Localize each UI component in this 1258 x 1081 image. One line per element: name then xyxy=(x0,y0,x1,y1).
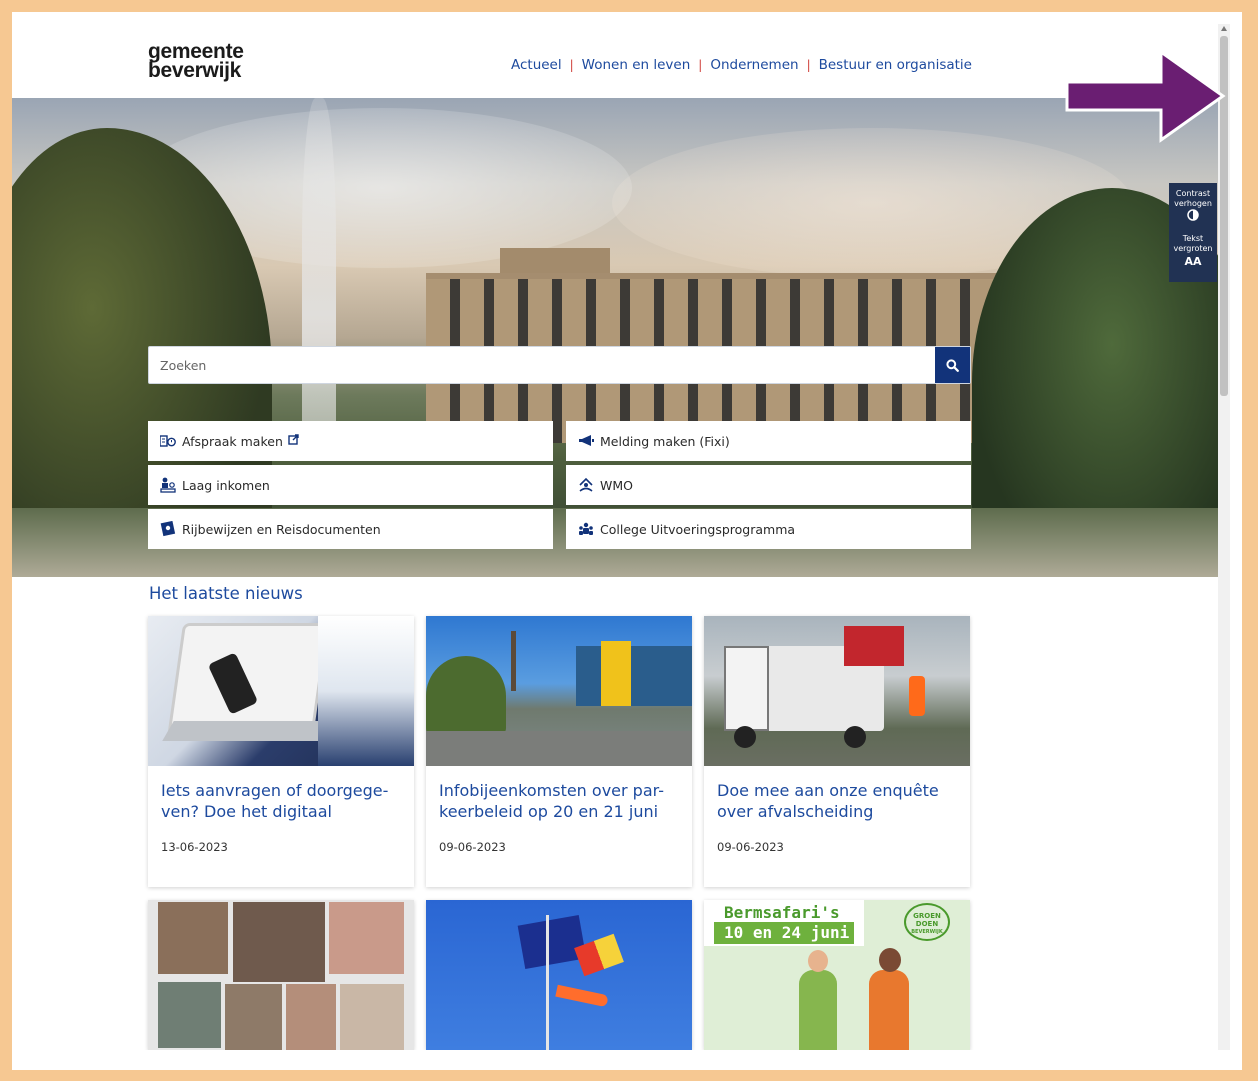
program-icon xyxy=(578,521,594,537)
news-heading: Het laatste nieuws xyxy=(149,584,303,603)
text-size-label-line-1: Tekst xyxy=(1182,234,1204,243)
quick-link-laag-inkomen[interactable]: Laag inkomen xyxy=(148,465,553,505)
news-card-image-street xyxy=(426,616,692,766)
license-icon xyxy=(160,521,176,537)
quick-link-label: Melding maken (Fixi) xyxy=(600,433,730,449)
nav-item-ondernemen[interactable]: Ondernemen xyxy=(710,57,798,73)
text-size-toggle[interactable]: Tekst vergroten AA xyxy=(1169,226,1217,270)
nav-separator: | xyxy=(698,58,703,72)
contrast-toggle[interactable]: Contrast verhogen xyxy=(1169,183,1217,226)
news-card-title: Infobijeenkomsten over par-keerbeleid op… xyxy=(439,781,664,821)
news-card[interactable] xyxy=(426,900,692,1050)
quick-link-label: Laag inkomen xyxy=(182,477,270,493)
site-header: gemeente beverwijk Actueel | Wonen en le… xyxy=(12,24,1218,98)
text-size-label-line-2: vergroten xyxy=(1173,244,1213,253)
search-button[interactable] xyxy=(935,347,970,383)
nav-separator: | xyxy=(806,58,811,72)
news-card-image-collage xyxy=(148,900,414,1050)
hero-fountain xyxy=(302,98,336,458)
quick-link-label: WMO xyxy=(600,477,633,493)
accessibility-toolbar: Contrast verhogen Tekst vergroten AA xyxy=(1169,183,1217,282)
news-card[interactable] xyxy=(148,900,414,1050)
nav-item-actueel[interactable]: Actueel xyxy=(511,57,562,73)
page-scrollbar[interactable] xyxy=(1218,24,1230,1050)
hero-image: Afspraak maken Melding maken (Fixi) Laag… xyxy=(12,98,1218,577)
groen-doen-line-2: DOEN xyxy=(915,920,939,928)
megaphone-icon xyxy=(578,433,594,449)
quick-link-label: Afspraak maken xyxy=(182,433,283,449)
quick-link-wmo[interactable]: WMO xyxy=(566,465,971,505)
news-card[interactable]: Doe mee aan onze enquête over afvalschei… xyxy=(704,616,970,887)
quick-link-afspraak-maken[interactable]: Afspraak maken xyxy=(148,421,553,461)
news-card-image-flags xyxy=(426,900,692,1050)
groen-doen-line-1: GROEN xyxy=(913,912,941,920)
quick-link-label: Rijbewijzen en Reisdocumenten xyxy=(182,521,381,537)
nav-item-bestuur-en-organisatie[interactable]: Bestuur en organisatie xyxy=(819,57,972,73)
news-card[interactable]: Iets aanvragen of doorgege-ven? Doe het … xyxy=(148,616,414,887)
quick-link-rijbewijzen[interactable]: Rijbewijzen en Reisdocumenten xyxy=(148,509,553,549)
search-input[interactable] xyxy=(149,347,935,383)
page: gemeente beverwijk Actueel | Wonen en le… xyxy=(12,24,1218,1050)
contrast-label-line-2: verhogen xyxy=(1174,199,1212,208)
news-card-date: 09-06-2023 xyxy=(717,840,784,854)
income-icon xyxy=(160,477,176,493)
news-card-date: 09-06-2023 xyxy=(439,840,506,854)
news-card-image-laptop xyxy=(148,616,414,766)
news-card[interactable]: Bermsafari's 10 en 24 juni GROEN DOEN BE… xyxy=(704,900,970,1050)
contrast-label-line-1: Contrast xyxy=(1175,189,1211,198)
groen-doen-line-3: BEVERWIJK xyxy=(911,929,943,935)
quick-link-melding-maken[interactable]: Melding maken (Fixi) xyxy=(566,421,971,461)
text-size-icon: AA xyxy=(1184,255,1202,268)
news-card-date: 13-06-2023 xyxy=(161,840,228,854)
logo-line-2: beverwijk xyxy=(148,59,242,82)
quick-link-college-uitvoeringsprogramma[interactable]: College Uitvoeringsprogramma xyxy=(566,509,971,549)
appointment-icon xyxy=(160,433,176,449)
news-card[interactable]: Infobijeenkomsten over par-keerbeleid op… xyxy=(426,616,692,887)
annotation-arrow-icon xyxy=(1065,49,1226,143)
search-icon xyxy=(946,358,959,372)
care-icon xyxy=(578,477,594,493)
main-nav: Actueel | Wonen en leven | Ondernemen | … xyxy=(511,57,972,73)
site-logo[interactable]: gemeente beverwijk xyxy=(148,41,244,82)
bermsafari-dates: 10 en 24 juni xyxy=(724,923,850,942)
news-card-title: Doe mee aan onze enquête over afvalschei… xyxy=(717,781,939,821)
external-link-icon xyxy=(288,434,299,448)
contrast-icon xyxy=(1169,209,1217,226)
search-bar xyxy=(148,346,971,384)
quick-link-label: College Uitvoeringsprogramma xyxy=(600,521,796,537)
news-card-image-truck xyxy=(704,616,970,766)
news-card-title: Iets aanvragen of doorgege-ven? Doe het … xyxy=(161,781,389,821)
nav-separator: | xyxy=(569,58,574,72)
nav-item-wonen-en-leven[interactable]: Wonen en leven xyxy=(582,57,691,73)
news-card-image-bermsafari: Bermsafari's 10 en 24 juni GROEN DOEN BE… xyxy=(704,900,970,1050)
groen-doen-logo: GROEN DOEN BEVERWIJK xyxy=(904,903,950,941)
bermsafari-title: Bermsafari's xyxy=(724,903,840,922)
